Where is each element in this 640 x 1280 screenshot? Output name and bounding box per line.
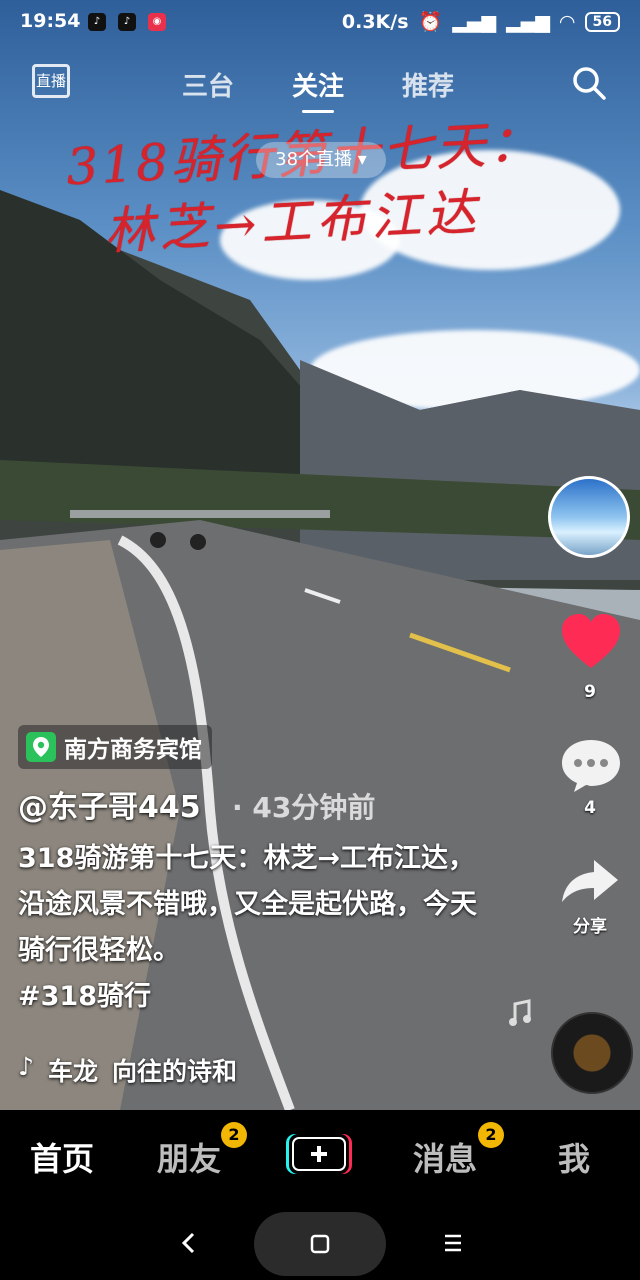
live-count-pill[interactable]: 38个直播 ▾ [256,142,386,178]
music-note-icon [509,999,531,1026]
live-count-label: 38个直播 [275,149,353,170]
search-icon[interactable] [570,64,608,102]
tab-santai[interactable]: 三台 [182,66,234,103]
post-caption: 318骑游第十七天：林芝→工布江达，沿途风景不错哦，又全是起伏路，今天骑行很轻松… [18,836,488,1020]
music-note-icon: ♪ [18,1052,34,1081]
live-icon[interactable]: 直播 [32,64,70,98]
location-pin-icon [26,732,56,762]
music-title-right: 向往的诗和 [111,1057,237,1086]
wifi-icon: ◠ [559,10,575,33]
home-button[interactable] [254,1212,386,1276]
home-icon [310,1234,330,1254]
tiktok-icon: ♪ [118,13,136,31]
bottom-tab-bar: 首页 朋友 2 消息 2 我 [0,1110,640,1210]
tab-recommend[interactable]: 推荐 [402,66,454,103]
status-bar: 19:54 ♪ ♪ ◉ 0.3K/s ⏰ ▂▄▆ ▂▄▆ ◠ 56 [0,0,640,44]
heart-icon[interactable] [560,612,622,674]
location-label: 南方商务宾馆 [64,737,202,763]
tab-friends[interactable]: 朋友 [157,1134,221,1180]
caption-text: 318骑游第十七天：林芝→工布江达，沿途风景不错哦，又全是起伏路，今天骑行很轻松… [18,843,477,966]
author-name[interactable]: @东子哥445 [18,782,201,826]
alarm-icon: ⏰ [418,11,443,33]
share-icon[interactable] [560,856,620,906]
signal-icon: ▂▄▆ [452,10,497,33]
time-ago-label: 43分钟前 [252,791,376,824]
creator-avatar[interactable] [548,476,630,558]
comment-icon[interactable] [558,736,624,796]
status-right: 0.3K/s ⏰ ▂▄▆ ▂▄▆ ◠ 56 [342,10,620,33]
top-navigation: 直播 三台 关注 推荐 [0,58,640,113]
tab-me[interactable]: 我 [558,1134,590,1180]
create-button[interactable] [286,1130,352,1178]
like-count: 9 [584,682,596,702]
tab-messages[interactable]: 消息 [413,1134,477,1180]
tab-following[interactable]: 关注 [292,66,344,113]
music-title-left: 车龙 [47,1057,98,1086]
back-icon[interactable] [178,1230,198,1256]
battery-indicator: 56 [584,11,620,32]
separator-dot: · [232,791,243,824]
weibo-icon: ◉ [148,13,166,31]
friends-badge: 2 [221,1122,247,1148]
tab-home[interactable]: 首页 [30,1134,94,1180]
hashtag[interactable]: #318骑行 [18,981,151,1012]
net-speed: 0.3K/s [341,10,409,33]
share-label: 分享 [573,917,607,937]
post-time: · 43分钟前 [232,786,375,826]
messages-badge: 2 [478,1122,504,1148]
tiktok-icon: ♪ [88,13,106,31]
signal-icon: ▂▄▆ [506,10,550,33]
system-navigation-bar [0,1210,640,1280]
clock: 19:54 [20,10,81,32]
music-marquee[interactable]: ♪ 车龙 向往的诗和 [18,1052,237,1088]
comment-count: 4 [584,798,596,818]
music-disc[interactable] [551,1012,633,1094]
location-tag[interactable]: 南方商务宾馆 [18,725,212,769]
menu-icon[interactable] [442,1232,464,1254]
